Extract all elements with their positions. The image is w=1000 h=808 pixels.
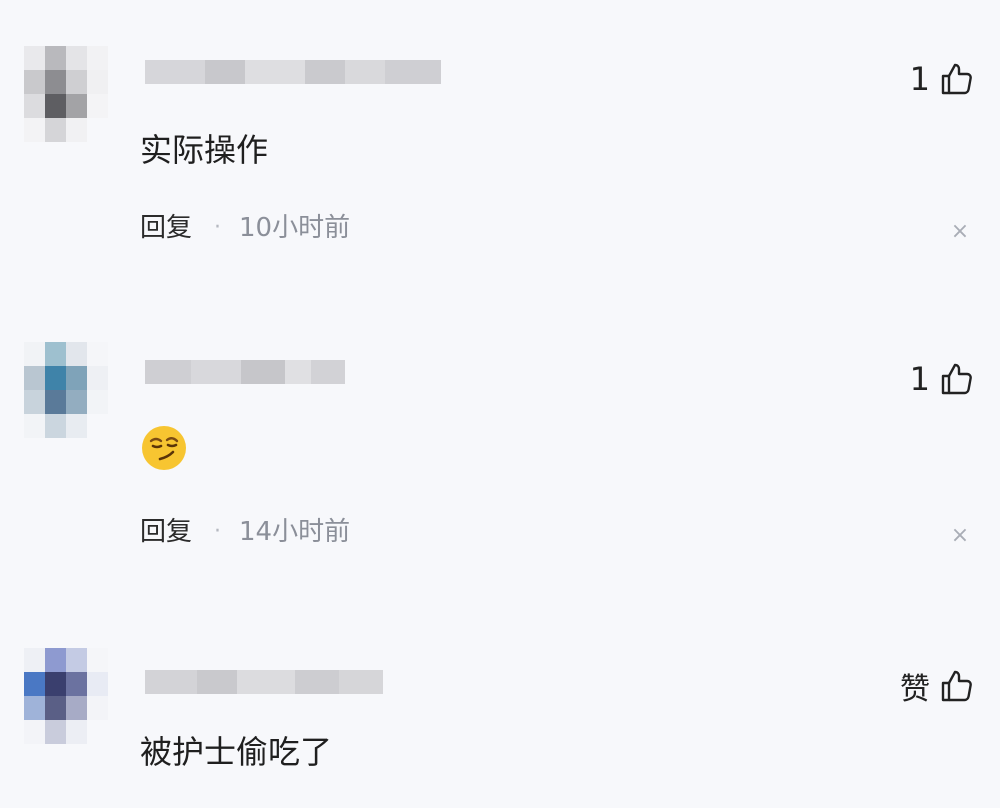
reply-button[interactable]: 回复 [140,516,192,548]
username-blurred[interactable] [145,670,383,694]
like-button[interactable]: 1 [910,360,974,398]
like-label: 赞 [900,672,930,707]
avatar[interactable] [24,648,108,744]
thumbs-up-icon [941,363,972,395]
comment-meta: 回复 · 14小时前 [140,516,350,548]
avatar[interactable] [24,342,108,438]
comment-text: 被护士偷吃了 [140,733,333,771]
close-icon[interactable]: × [950,525,970,547]
comment-item: 赞 被护士偷吃了 [0,0,1000,771]
like-count: 1 [909,360,930,398]
like-button[interactable]: 赞 [900,664,974,708]
smirk-emoji-icon [142,426,186,470]
timestamp: 14小时前 [239,517,351,547]
thumbs-up-icon [941,670,972,702]
separator-dot: · [214,519,222,544]
username-blurred[interactable] [145,360,345,384]
